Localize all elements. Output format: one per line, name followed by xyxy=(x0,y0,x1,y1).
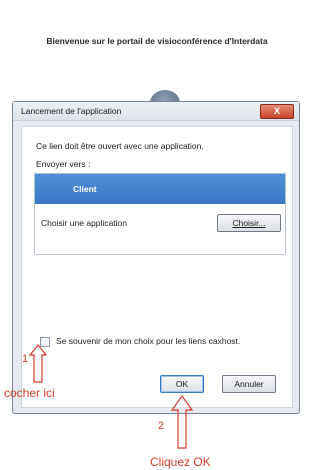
cancel-button-label: Annuler xyxy=(234,379,264,389)
list-item-choose-application[interactable]: Choisir une application Choisir... xyxy=(35,208,285,238)
dialog-title: Lancement de l'application xyxy=(21,106,122,116)
annotation-step-1-text: cocher ici xyxy=(4,386,55,400)
dialog-prompt: Ce lien doit être ouvert avec une applic… xyxy=(36,141,204,151)
page-title: Bienvenue sur le portail de visioconfére… xyxy=(46,36,268,46)
send-to-label: Envoyer vers : xyxy=(36,159,91,169)
choose-button-label: Choisir... xyxy=(232,218,266,228)
close-icon: X xyxy=(273,106,280,116)
annotation-step-2-text: Cliquez OK xyxy=(150,455,211,469)
cancel-button[interactable]: Annuler xyxy=(222,375,276,393)
list-item-label: Choisir une application xyxy=(41,218,127,228)
dialog-titlebar: Lancement de l'application X xyxy=(13,102,299,121)
application-list: Client Choisir une application Choisir..… xyxy=(34,173,286,255)
list-item-label: Client xyxy=(73,184,97,194)
remember-choice-checkbox[interactable] xyxy=(40,337,50,347)
choose-button[interactable]: Choisir... xyxy=(217,214,281,232)
annotation-step-1-number: 1 xyxy=(22,353,29,365)
ok-button-label: OK xyxy=(175,379,189,389)
annotation-step-2-number: 2 xyxy=(158,420,165,432)
dialog-content: Ce lien doit être ouvert avec une applic… xyxy=(21,126,293,408)
ok-button[interactable]: OK xyxy=(160,375,204,393)
list-item-client[interactable]: Client xyxy=(35,174,285,204)
application-launch-dialog: Lancement de l'application X Ce lien doi… xyxy=(12,101,300,414)
close-button[interactable]: X xyxy=(260,104,294,119)
remember-choice-label[interactable]: Se souvenir de mon choix pour les liens … xyxy=(56,336,240,346)
